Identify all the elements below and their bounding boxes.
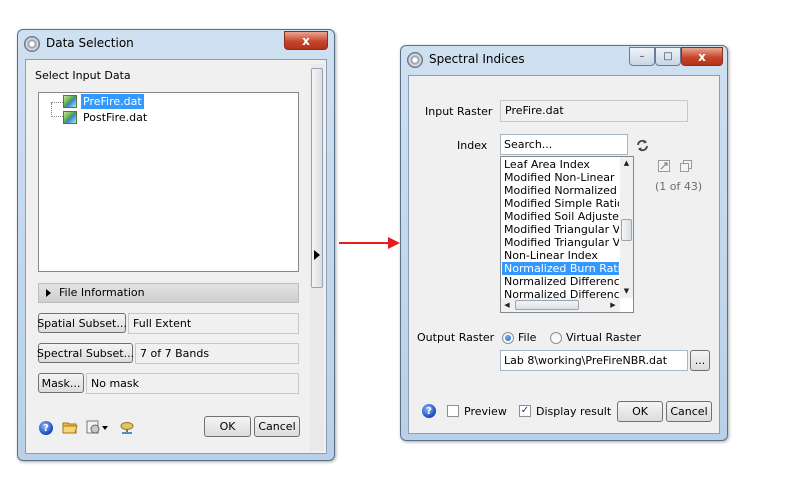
scrollbar-thumb[interactable] [621, 219, 632, 241]
mask-button[interactable]: Mask... [38, 373, 84, 393]
index-search-input[interactable]: Search... [500, 134, 628, 155]
tree-connector [51, 103, 63, 117]
input-data-tree[interactable]: PreFire.dat PostFire.dat [38, 92, 299, 272]
radio-file-label[interactable]: File [518, 331, 536, 344]
index-list-vscroll[interactable]: ▲ ▼ [620, 157, 633, 298]
tree-item[interactable]: PreFire.dat [63, 93, 144, 109]
display-result-checkbox[interactable]: ✓ [519, 405, 531, 417]
scroll-down-arrow-icon[interactable]: ▼ [620, 285, 633, 297]
display-result-label[interactable]: Display result [536, 405, 611, 418]
output-path-input[interactable]: Lab 8\working\PreFireNBR.dat [500, 350, 688, 371]
maximize-icon: □ [663, 51, 673, 62]
list-item[interactable]: Modified Triangular Vegetati [502, 223, 619, 236]
index-list-hscroll[interactable]: ◀ ▶ [501, 298, 620, 312]
list-item[interactable]: Modified Simple Ratio [502, 197, 619, 210]
list-item-selected[interactable]: Normalized Burn Ratio [502, 262, 619, 275]
scroll-up-arrow-icon[interactable]: ▲ [620, 157, 633, 169]
browse-button[interactable]: ... [690, 350, 710, 371]
list-item[interactable]: Modified Normalized Differer [502, 184, 619, 197]
flow-arrow-icon [339, 237, 400, 249]
data-selection-window: Data Selection x Select Input Data PreFi… [17, 29, 335, 461]
app-icon [407, 52, 423, 68]
app-icon [24, 36, 40, 52]
cancel-button[interactable]: Cancel [254, 416, 300, 437]
list-item[interactable]: Modified Soil Adjusted Vege [502, 210, 619, 223]
tree-item-label: PreFire.dat [81, 93, 144, 109]
scrollbar-thumb[interactable] [515, 300, 579, 310]
window-title: Spectral Indices [429, 52, 525, 66]
close-icon: x [302, 33, 310, 48]
list-item[interactable]: Modified Triangular Vegetati [502, 236, 619, 249]
close-button[interactable]: x [681, 47, 723, 66]
list-item[interactable]: Leaf Area Index [502, 158, 619, 171]
spectral-subset-value: 7 of 7 Bands [135, 343, 299, 364]
list-item[interactable]: Modified Non-Linear Index [502, 171, 619, 184]
collapse-arrow-icon[interactable] [314, 250, 320, 260]
raster-file-icon [63, 94, 77, 108]
window-title: Data Selection [46, 36, 134, 50]
ok-button[interactable]: OK [204, 416, 251, 437]
tree-item-label: PostFire.dat [83, 110, 148, 124]
spectral-subset-button[interactable]: Spectral Subset... [37, 343, 134, 363]
copy-icon[interactable] [679, 159, 693, 173]
spatial-subset-value: Full Extent [128, 313, 299, 334]
scroll-right-arrow-icon[interactable]: ▶ [607, 299, 619, 311]
minimize-icon: – [639, 51, 645, 62]
close-icon: x [698, 49, 706, 64]
input-raster-value: PreFire.dat [500, 100, 688, 122]
data-selection-titlebar[interactable]: Data Selection x [18, 30, 334, 58]
file-information-header[interactable]: File Information [38, 283, 299, 303]
network-icon[interactable] [118, 419, 136, 435]
file-information-label: File Information [59, 286, 145, 299]
preview-label[interactable]: Preview [464, 405, 507, 418]
scroll-left-arrow-icon[interactable]: ◀ [501, 299, 513, 311]
mask-value: No mask [86, 373, 299, 394]
spectral-indices-client: Input Raster PreFire.dat Index Search...… [408, 75, 720, 434]
radio-virtual-raster-label[interactable]: Virtual Raster [566, 331, 641, 344]
expand-list-icon[interactable] [657, 159, 671, 173]
raster-file-icon [63, 110, 77, 124]
output-raster-label: Output Raster [417, 331, 495, 344]
help-icon[interactable]: ? [39, 421, 53, 435]
refresh-icon[interactable] [633, 136, 651, 154]
close-button[interactable]: x [284, 31, 328, 50]
tree-item[interactable]: PostFire.dat [63, 109, 149, 125]
expand-arrow-icon [46, 289, 51, 297]
select-input-label: Select Input Data [35, 69, 131, 82]
options-dropdown-icon[interactable] [84, 418, 110, 436]
index-list[interactable]: Leaf Area Index Modified Non-Linear Inde… [500, 156, 634, 313]
minimize-button[interactable]: – [629, 47, 655, 66]
radio-virtual-raster[interactable] [550, 332, 562, 344]
ok-button[interactable]: OK [617, 401, 663, 422]
index-count: (1 of 43) [655, 180, 703, 193]
cancel-button[interactable]: Cancel [666, 401, 712, 422]
spectral-indices-window: Spectral Indices – □ x Input Raster PreF… [400, 45, 728, 441]
list-item[interactable]: Non-Linear Index [502, 249, 619, 262]
index-label: Index [457, 139, 488, 152]
maximize-button[interactable]: □ [655, 47, 681, 66]
data-selection-client: Select Input Data PreFire.dat PostFire.d… [25, 59, 327, 454]
radio-file[interactable] [502, 332, 514, 344]
input-raster-label: Input Raster [425, 105, 493, 118]
spectral-indices-titlebar[interactable]: Spectral Indices – □ x [401, 46, 727, 74]
spatial-subset-button[interactable]: Spatial Subset... [37, 313, 127, 333]
list-item[interactable]: Normalized Difference Built-I [502, 275, 619, 288]
preview-checkbox[interactable] [447, 405, 459, 417]
help-icon[interactable]: ? [422, 404, 436, 418]
open-folder-icon[interactable] [61, 419, 79, 435]
